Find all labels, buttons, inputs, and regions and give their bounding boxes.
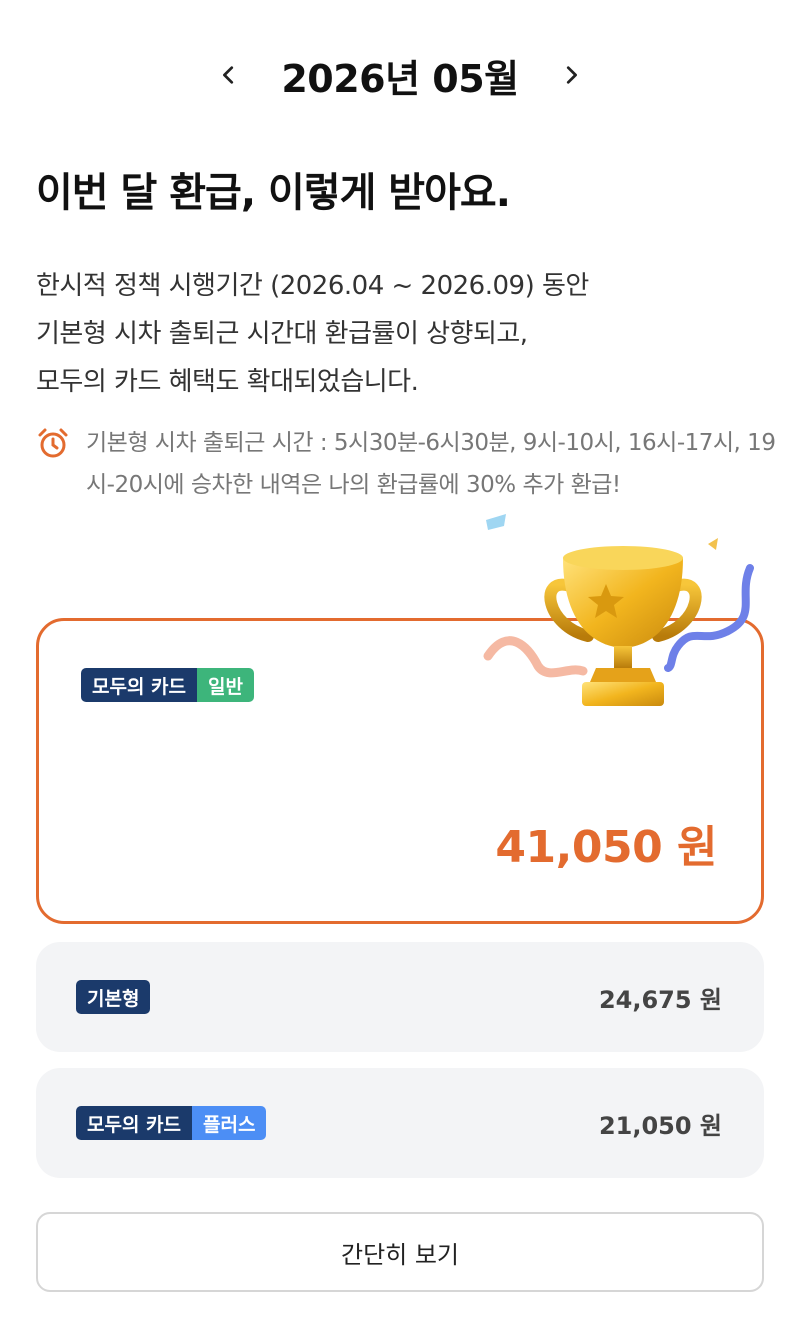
description-line: 한시적 정책 시행기간 (2026.04 ~ 2026.09) 동안: [36, 271, 589, 301]
row-refund-amount: 24,675 원: [598, 986, 722, 1014]
badge-secondary: 플러스: [192, 1106, 267, 1140]
description-line: 모두의 카드 혜택도 확대되었습니다.: [36, 367, 419, 397]
policy-description: 한시적 정책 시행기간 (2026.04 ~ 2026.09) 동안 기본형 시…: [36, 262, 756, 406]
badge-primary: 모두의 카드: [76, 1106, 193, 1140]
month-navigation: 2026년 05월: [0, 40, 800, 110]
badge-secondary: 일반: [197, 668, 254, 702]
refund-row-plus: 모두의 카드 플러스 21,050 원: [36, 1068, 764, 1178]
trophy-icon: [483, 514, 754, 706]
card-type-badge: 기본형: [76, 980, 151, 1014]
description-line: 기본형 시차 출퇴근 시간대 환급률이 상향되고,: [36, 319, 528, 349]
time-notice: 기본형 시차 출퇴근 시간 : 5시30분-6시30분, 9시-10시, 16시…: [36, 422, 776, 506]
main-refund-amount: 41,050 원: [495, 822, 717, 873]
alarm-clock-icon: [38, 428, 68, 458]
chevron-left-icon[interactable]: [207, 53, 251, 97]
card-type-badge: 모두의 카드 플러스: [76, 1106, 267, 1140]
simple-view-button[interactable]: 간단히 보기: [36, 1212, 764, 1292]
row-refund-amount: 21,050 원: [598, 1112, 722, 1140]
chevron-right-icon[interactable]: [549, 53, 593, 97]
refund-row-basic: 기본형 24,675 원: [36, 942, 764, 1052]
month-title: 2026년 05월: [281, 56, 519, 101]
badge-primary: 모두의 카드: [81, 668, 198, 702]
page-headline: 이번 달 환급, 이렇게 받아요.: [36, 170, 511, 216]
badge-primary: 기본형: [76, 980, 151, 1014]
notice-text: 기본형 시차 출퇴근 시간 : 5시30분-6시30분, 9시-10시, 16시…: [86, 430, 776, 498]
card-type-badge: 모두의 카드 일반: [81, 668, 254, 702]
